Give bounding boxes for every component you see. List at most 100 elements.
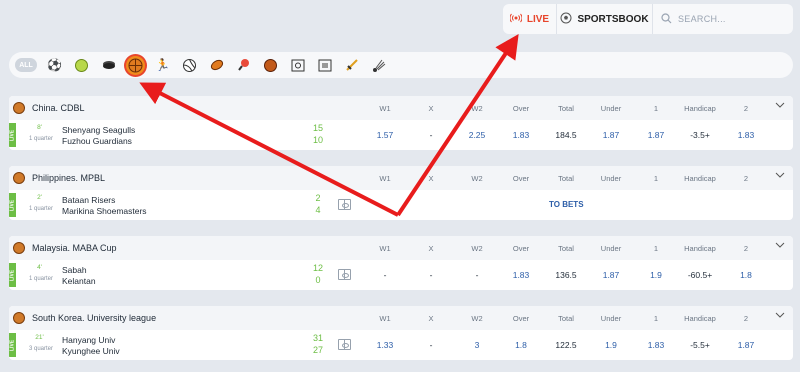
col-over: Over <box>512 174 530 183</box>
col-under: Under <box>600 104 622 113</box>
odd-handicap[interactable]: -5.5+ <box>675 340 725 350</box>
team-home[interactable]: Hanyang Univ <box>62 335 115 345</box>
col-w1: W1 <box>379 314 391 323</box>
col-total: Total <box>558 174 574 183</box>
score-home: 15 <box>312 123 323 133</box>
chevron-down-icon[interactable] <box>775 101 787 113</box>
handball-icon[interactable] <box>261 56 280 75</box>
odd-under[interactable]: 1.87 <box>586 130 636 140</box>
team-home[interactable]: Shenyang Seagulls <box>62 125 135 135</box>
score-away: 27 <box>312 345 323 355</box>
volleyball-icon[interactable] <box>180 56 199 75</box>
col-handicap: Handicap <box>684 104 716 113</box>
odd-2[interactable]: 1.8 <box>721 270 771 280</box>
chevron-down-icon[interactable] <box>775 311 787 323</box>
col-w1: W1 <box>379 174 391 183</box>
odd-x[interactable]: - <box>406 340 456 350</box>
score-home: 2 <box>315 193 321 203</box>
to-bets-link[interactable]: TO BETS <box>549 200 584 209</box>
basketball-icon <box>13 242 25 254</box>
badminton-icon[interactable] <box>369 56 388 75</box>
odd-1[interactable]: 1.83 <box>631 340 681 350</box>
odd-w1[interactable]: - <box>360 270 410 280</box>
table-tennis-icon[interactable] <box>234 56 253 75</box>
match-period: 1 quarter <box>28 206 53 212</box>
soccer-ball-icon <box>560 12 572 27</box>
running-icon[interactable]: 🏃 <box>153 56 172 75</box>
team-home[interactable]: Bataan Risers <box>62 195 115 205</box>
odd-x[interactable]: - <box>406 270 456 280</box>
live-tab[interactable]: LIVE <box>503 4 557 34</box>
basketball-icon <box>13 172 25 184</box>
futsal-icon[interactable] <box>288 56 307 75</box>
sportsbook-label: SPORTSBOOK <box>577 13 649 25</box>
live-badge: LIVE <box>9 193 16 217</box>
odd-total[interactable]: 122.5 <box>541 340 591 350</box>
league-name[interactable]: China. CDBL <box>32 103 85 113</box>
league-name[interactable]: Philippines. MPBL <box>32 173 105 183</box>
tennis-icon[interactable] <box>72 56 91 75</box>
court-stats-icon[interactable] <box>338 339 351 350</box>
league-name[interactable]: South Korea. University league <box>32 313 156 323</box>
match-period: 1 quarter <box>28 136 53 142</box>
odd-w1[interactable]: 1.57 <box>360 130 410 140</box>
odd-total[interactable]: 136.5 <box>541 270 591 280</box>
team-away[interactable]: Marikina Shoemasters <box>62 206 147 216</box>
odd-over[interactable]: 1.8 <box>496 340 546 350</box>
odd-handicap[interactable]: -60.5+ <box>675 270 725 280</box>
odd-over[interactable]: 1.83 <box>496 270 546 280</box>
sportsbook-tab[interactable]: SPORTSBOOK <box>557 4 653 34</box>
hockey-icon[interactable] <box>99 56 118 75</box>
odd-w2[interactable]: 3 <box>452 340 502 350</box>
col-w2: W2 <box>471 314 483 323</box>
odd-1[interactable]: 1.9 <box>631 270 681 280</box>
event-row[interactable]: LIVE 21' 3 quarter Hanyang Univ Kyunghee… <box>9 330 793 360</box>
team-home[interactable]: Sabah <box>62 265 87 275</box>
odd-w1[interactable]: 1.33 <box>360 340 410 350</box>
american-football-icon[interactable] <box>207 56 226 75</box>
odd-under[interactable]: 1.87 <box>586 270 636 280</box>
odd-x[interactable]: - <box>406 130 456 140</box>
team-away[interactable]: Kelantan <box>62 276 96 286</box>
league-name[interactable]: Malaysia. MABA Cup <box>32 243 117 253</box>
court-stats-icon[interactable] <box>338 269 351 280</box>
odd-handicap[interactable]: -3.5+ <box>675 130 725 140</box>
event-row[interactable]: LIVE 4' 1 quarter Sabah Kelantan 12 0 - … <box>9 260 793 290</box>
odd-under[interactable]: 1.9 <box>586 340 636 350</box>
odd-1[interactable]: 1.87 <box>631 130 681 140</box>
score-away: 4 <box>315 205 321 215</box>
col-over: Over <box>512 244 530 253</box>
col-2: 2 <box>743 314 749 323</box>
odd-2[interactable]: 1.87 <box>721 340 771 350</box>
live-badge: LIVE <box>9 123 16 147</box>
basketball-icon <box>13 312 25 324</box>
team-away[interactable]: Fuzhou Guardians <box>62 136 132 146</box>
chevron-down-icon[interactable] <box>775 171 787 183</box>
court-stats-icon[interactable] <box>338 199 351 210</box>
field-icon[interactable] <box>315 56 334 75</box>
event-card: China. CDBL W1 X W2 Over Total Under 1 H… <box>9 96 793 150</box>
event-row[interactable]: LIVE 8' 1 quarter Shenyang Seagulls Fuzh… <box>9 120 793 150</box>
soccer-icon[interactable]: ⚽ <box>45 56 64 75</box>
sword-icon[interactable] <box>342 56 361 75</box>
odd-over[interactable]: 1.83 <box>496 130 546 140</box>
odd-w2[interactable]: - <box>452 270 502 280</box>
event-row[interactable]: LIVE 2' 1 quarter Bataan Risers Marikina… <box>9 190 793 220</box>
score-away: 10 <box>312 135 323 145</box>
event-card: South Korea. University league W1 X W2 O… <box>9 306 793 360</box>
team-away[interactable]: Kyunghee Univ <box>62 346 120 356</box>
score-home: 31 <box>312 333 323 343</box>
basketball-icon <box>13 102 25 114</box>
live-label: LIVE <box>526 13 550 25</box>
col-x: X <box>428 314 434 323</box>
odd-total[interactable]: 184.5 <box>541 130 591 140</box>
odd-2[interactable]: 1.83 <box>721 130 771 140</box>
chevron-down-icon[interactable] <box>775 241 787 253</box>
search-input[interactable]: SEARCH... <box>653 4 793 34</box>
basketball-icon[interactable] <box>126 55 145 75</box>
col-1: 1 <box>653 104 659 113</box>
all-sports-button[interactable]: ALL <box>15 58 37 72</box>
score-away: 0 <box>315 275 321 285</box>
match-minute: 2' <box>37 194 42 201</box>
odd-w2[interactable]: 2.25 <box>452 130 502 140</box>
